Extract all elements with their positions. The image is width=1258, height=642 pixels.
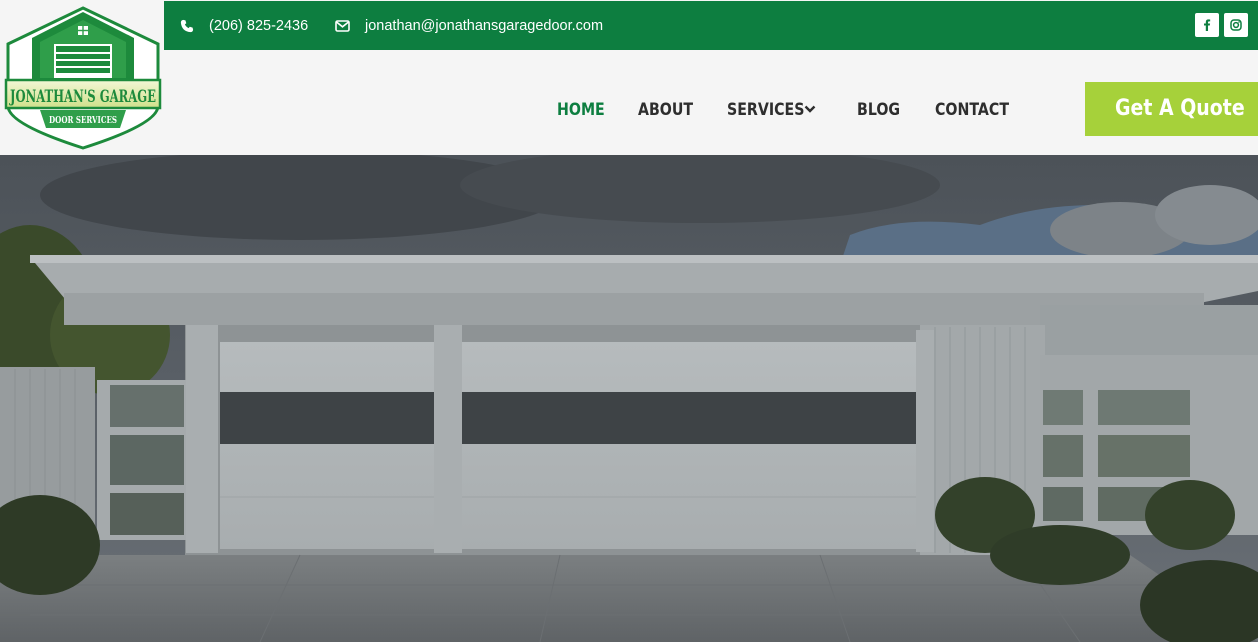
site-header: JONATHAN'S GARAGE DOOR SERVICES (206) 82… [0, 0, 1258, 155]
envelope-icon [335, 19, 350, 32]
nav-item-about[interactable]: ABOUT [638, 98, 693, 122]
email-address: jonathan@jonathansgaragedoor.com [365, 17, 604, 34]
phone-link[interactable]: (206) 825-2436 [180, 1, 308, 50]
main-nav: HOME ABOUT SERVICES BLOG CONTACT [0, 98, 1060, 122]
nav-item-blog[interactable]: BLOG [857, 98, 900, 122]
logo[interactable]: JONATHAN'S GARAGE DOOR SERVICES [4, 6, 162, 150]
top-contact-bar: (206) 825-2436 jonathan@jonathansgaraged… [164, 1, 1258, 50]
email-link[interactable]: jonathan@jonathansgaragedoor.com [335, 1, 603, 50]
instagram-link[interactable] [1224, 13, 1248, 37]
phone-icon [180, 19, 194, 32]
get-a-quote-button[interactable]: Get A Quote [1085, 82, 1258, 136]
hero-image [0, 155, 1258, 642]
facebook-icon [1204, 19, 1211, 31]
nav-item-home[interactable]: HOME [557, 98, 605, 122]
phone-number: (206) 825-2436 [209, 17, 309, 34]
get-a-quote-label: Get A Quote [1115, 96, 1245, 121]
chevron-down-icon[interactable] [804, 104, 816, 114]
nav-item-contact[interactable]: CONTACT [935, 98, 1009, 122]
facebook-link[interactable] [1195, 13, 1219, 37]
instagram-icon [1230, 19, 1242, 31]
nav-item-services[interactable]: SERVICES [727, 98, 804, 122]
